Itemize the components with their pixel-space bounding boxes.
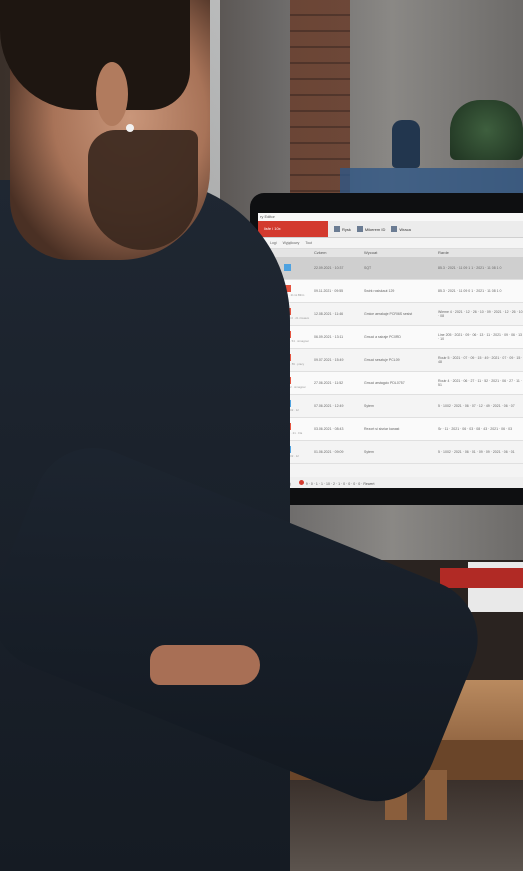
row-detail: Wieme 4 · 2021 · 12 · 26 · 10 · 09 · 202… (438, 310, 523, 318)
filter[interactable]: Wyjątkowy (283, 241, 300, 245)
row-detail: Line 205 · 2021 · 09 · 06 · 13 · 11 · 20… (438, 333, 522, 341)
ear (96, 62, 128, 126)
row-desc: SQT (364, 266, 372, 270)
row-detail: 5 · 1002 · 2021 · 06 · 01 · 09 · 09 · 20… (438, 450, 515, 454)
table-row[interactable]: Konfiguration · 11 · 0.0 · 21 rimaiem12.… (258, 303, 523, 326)
toolbar: lisfe i 10x Rysk Mikerem ID Wraca (258, 221, 523, 238)
table-row[interactable]: Konto · 0.0 · 8 · 02 · simagnar27.06.202… (258, 372, 523, 395)
column-header[interactable]: Wycoat (364, 249, 438, 257)
status-item: 9 · 0 · 1 · 1 · 10 · 2 · 1 · 0 · 0 · 0 ·… (298, 479, 374, 486)
filter-bar: Logi Wyjątkowy Tout (258, 238, 523, 249)
row-desc: Sytem (364, 450, 374, 454)
filter[interactable]: Logi (270, 241, 277, 245)
table-row[interactable]: Zespol · 11 · 06 · 59 · pracy09.07.2021 … (258, 349, 523, 372)
row-date: 27.06.2021 · 11:52 (314, 381, 344, 385)
person-hand (150, 645, 260, 685)
row-detail: Routr 4 · 2021 · 06 · 27 · 11 · 52 · 202… (438, 379, 522, 387)
info-icon (283, 264, 291, 271)
toolbar-button[interactable]: Rysk (334, 226, 351, 232)
row-desc: Swirk rosiskaut 129 (364, 289, 395, 293)
row-detail: 5 · 1002 · 2021 · 06 · 07 · 12 · 49 · 20… (438, 404, 515, 408)
table-row[interactable]: Kunstanfr · 5.0 · 21 · Fla03.06.2021 · 0… (258, 418, 523, 441)
calendar-icon (391, 226, 398, 232)
row-date: 12.08.2021 · 11:46 (314, 312, 344, 316)
table-header: Czkem Wycoat Rarde (258, 249, 523, 257)
status-bar: Ulozenie 1 (0) 9 · 0 · 1 · 1 · 10 · 2 · … (258, 477, 523, 488)
toolbar-button[interactable]: Mikerem ID (356, 226, 385, 232)
row-desc: Gmuci sesztuje PCL09 (364, 358, 400, 362)
window-title: ry Editor (258, 213, 523, 221)
row-date: 07.06.2021 · 12:49 (314, 404, 344, 408)
row-detail: Sr · 11 · 2021 · 06 · 03 · 08 · 43 · 202… (438, 427, 513, 431)
row-date: 01.06.2021 · 09:09 (314, 450, 344, 454)
row-date: 06.09.2021 · 13:11 (314, 335, 344, 339)
photo-scene: ry Editor lisfe i 10x Rysk Mikerem ID Wr… (0, 0, 523, 871)
plant (450, 100, 523, 160)
beard (88, 130, 198, 250)
table-row[interactable]: Kunstanfr · 0.0 · 21 ist Bilrin09.11.202… (258, 280, 523, 303)
row-desc: Sytem (364, 404, 374, 408)
table-body: 22.09.2021 · 10:37 SQT 85.3 · 2021 · 11 09… (258, 257, 523, 464)
table-row[interactable]: 22.09.2021 · 10:37 SQT 85.3 · 2021 · 11 09… (258, 257, 523, 280)
toolbar-button[interactable]: Wraca (391, 226, 411, 232)
vase (392, 120, 420, 168)
table-row[interactable]: SQL 2021 · 02 · 1207.06.2021 · 12:49Syte… (258, 395, 523, 418)
red-box (440, 568, 523, 588)
row-detail: 85.3 · 2021 · 11 09 0 1 · 2021 · 11 08 1… (438, 289, 502, 293)
row-desc: Gmice aerakaje PCRI6S sesist (364, 312, 413, 316)
earring (126, 124, 134, 132)
row-detail: Routr 5 · 2021 · 07 · 09 · 15 · 49 · 202… (438, 356, 523, 364)
brand-button[interactable]: lisfe i 10x (258, 221, 328, 237)
row-desc: Gmuci a ssiraje PC0RD (364, 335, 401, 339)
row-date: 09.11.2021 · 09:55 (314, 289, 344, 293)
column-header[interactable]: Rarde (438, 249, 523, 257)
desk-leg (425, 770, 447, 820)
row-date: 22.09.2021 · 10:37 (314, 266, 344, 270)
checkbox-icon (356, 226, 363, 232)
monitor-screen: ry Editor lisfe i 10x Rysk Mikerem ID Wr… (258, 213, 523, 488)
row-date: 03.06.2021 · 08:43 (314, 427, 344, 431)
table-row[interactable]: Kunstanfr · 2.4 · 14 · 54 · simagnar06.0… (258, 326, 523, 349)
row-desc: Rezort si sisriar kanast (364, 427, 400, 431)
filter[interactable]: Tout (305, 241, 312, 245)
column-header[interactable]: Czkem (314, 249, 364, 257)
document-icon (334, 226, 340, 232)
table-row[interactable]: SQL 2021 · 02 · 1201.06.2021 · 09:09Syte… (258, 441, 523, 464)
row-date: 09.07.2021 · 15:49 (314, 358, 344, 362)
row-detail: 85.3 · 2021 · 11 09 1 1 · 2021 · 11 08 1… (438, 266, 502, 270)
status-dot-icon (298, 479, 304, 485)
row-desc: Gmuci arstagcic PDL0757 (364, 381, 405, 385)
